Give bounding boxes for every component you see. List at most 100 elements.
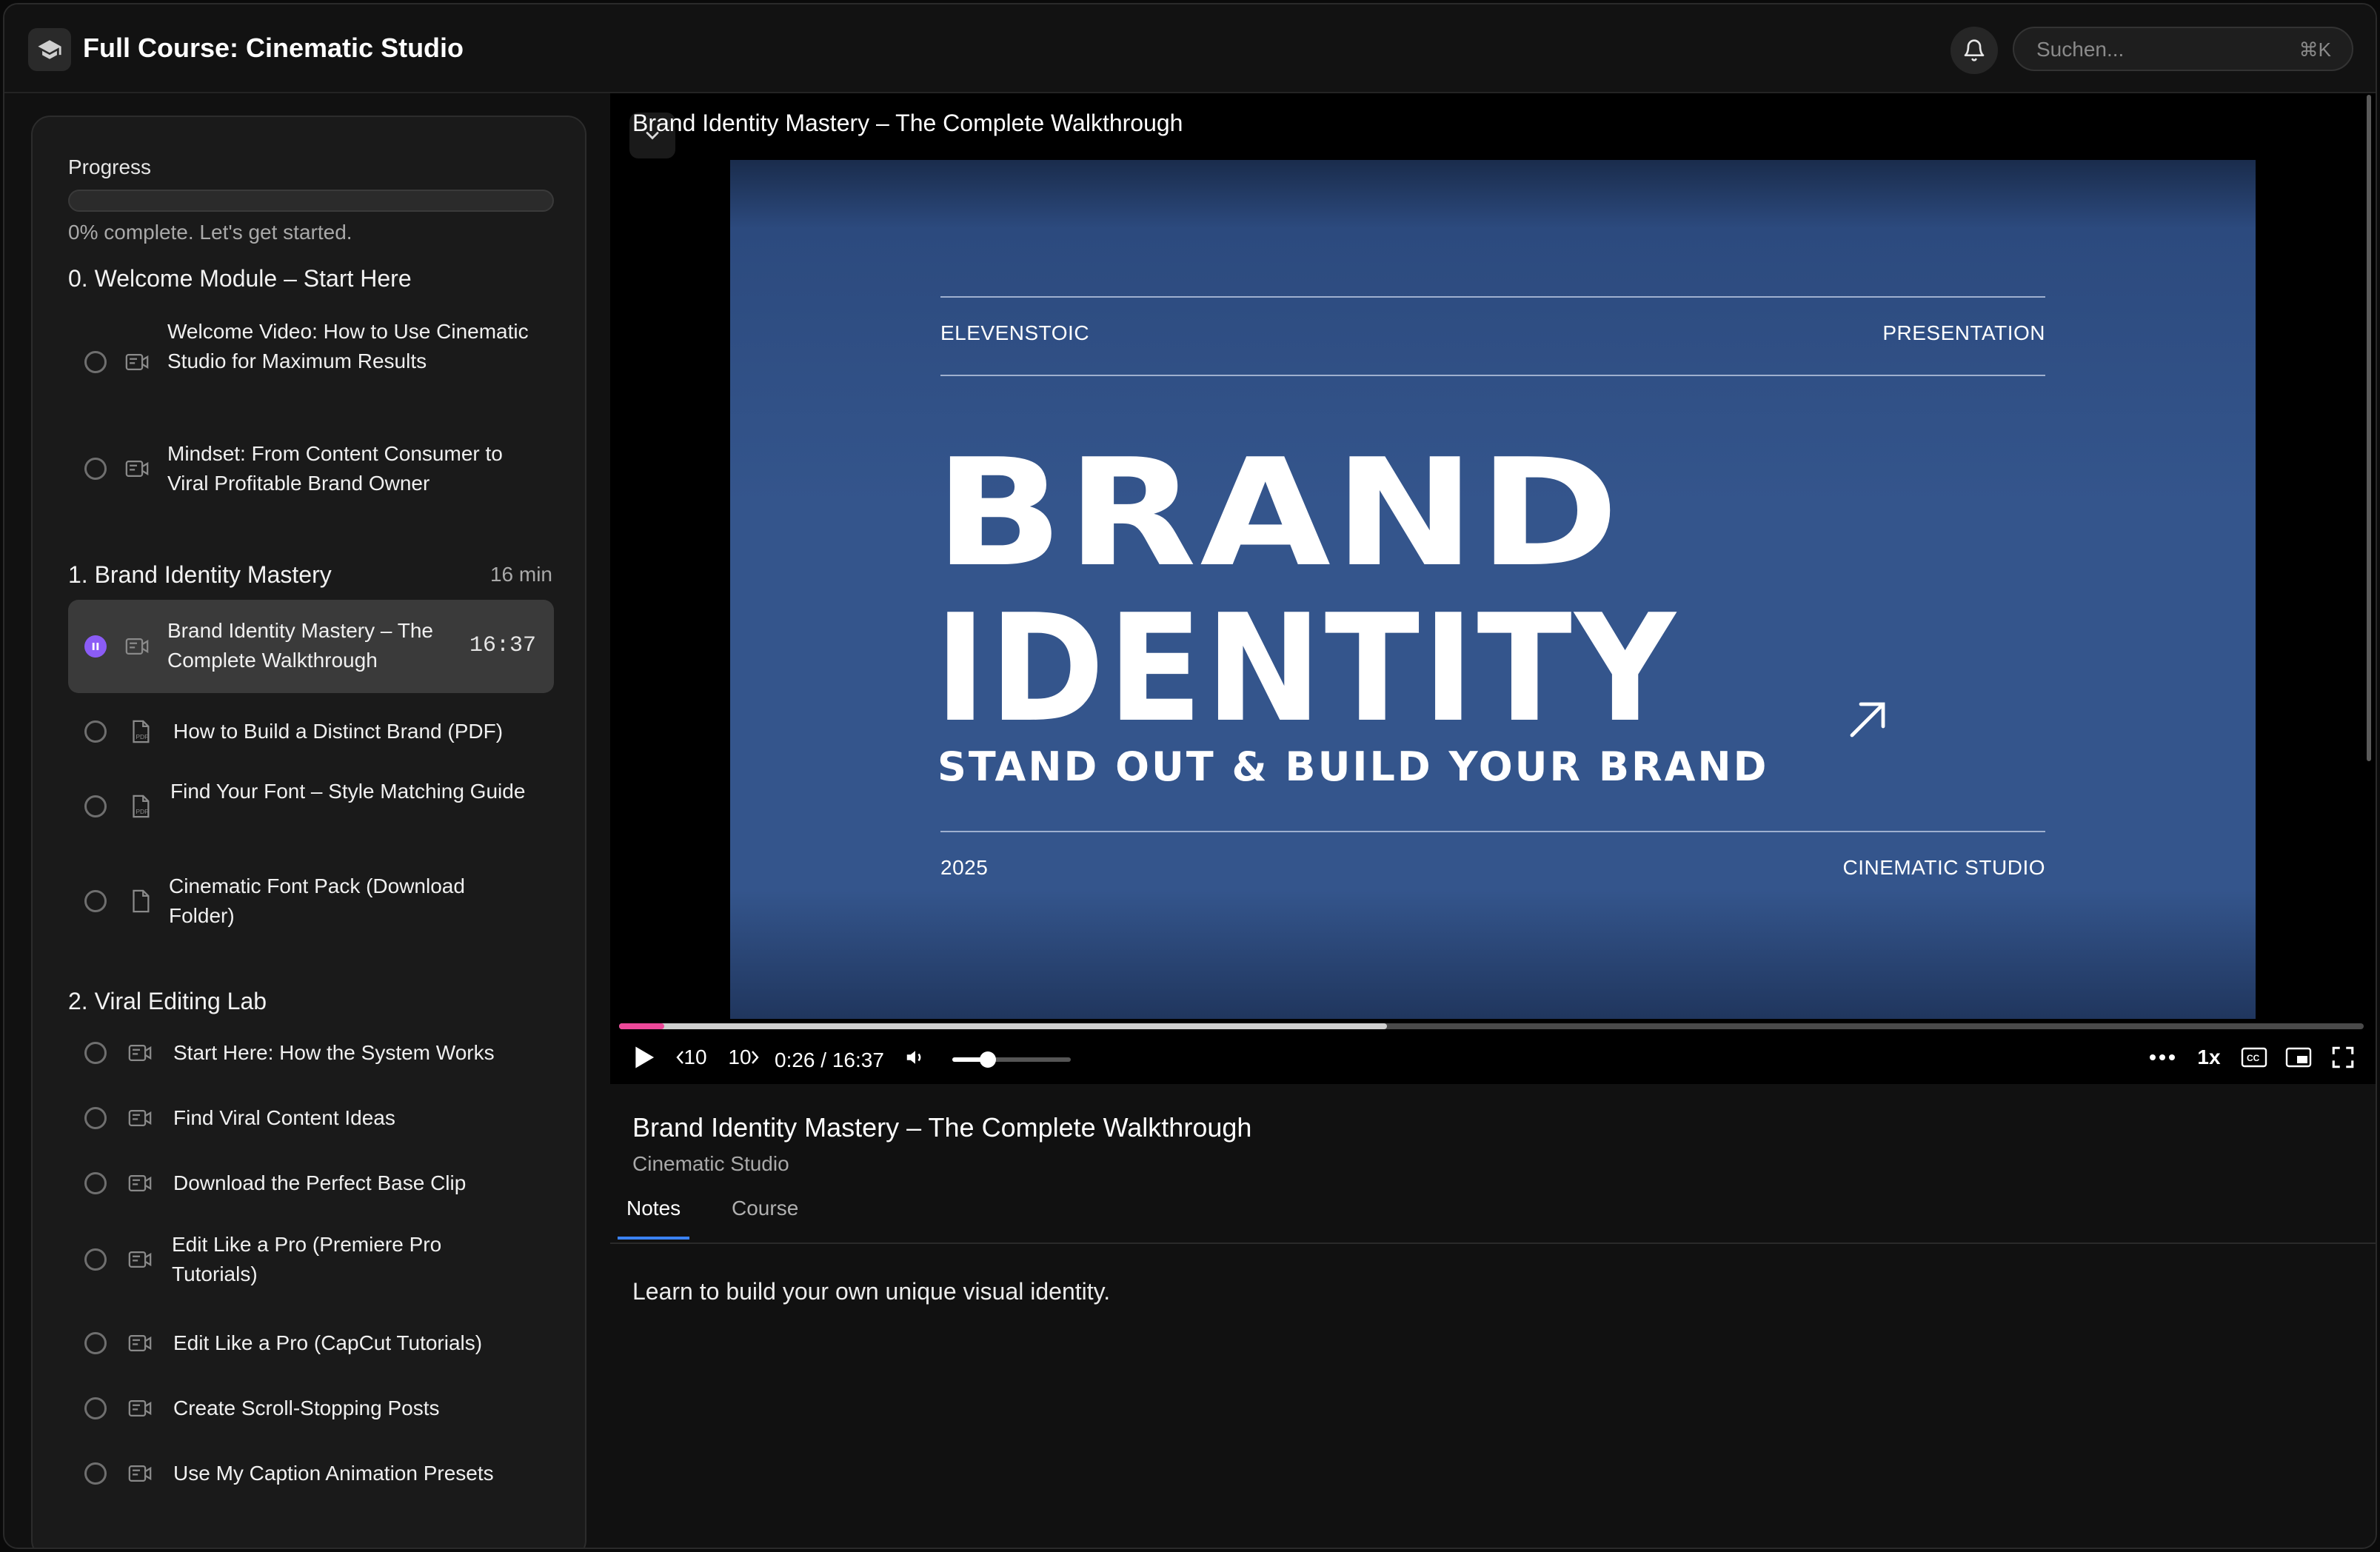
- volume-icon: [906, 1051, 921, 1064]
- time-readout: 0:26 / 16:37: [775, 1048, 884, 1071]
- fullscreen-icon: [2332, 1046, 2354, 1068]
- volume-knob[interactable]: [980, 1051, 996, 1068]
- lesson-item-active[interactable]: Brand Identity Mastery – The Complete Wa…: [68, 600, 554, 693]
- video-icon: [128, 1174, 152, 1192]
- volume-slider[interactable]: [952, 1051, 1071, 1068]
- lesson-title: Start Here: How the System Works: [173, 1041, 495, 1064]
- fast-forward-icon: [751, 1051, 759, 1064]
- search-box: ⌘K: [2013, 27, 2353, 71]
- video-icon: [128, 1251, 152, 1268]
- video-icon: [128, 1399, 152, 1417]
- module-title[interactable]: 1. Brand Identity Mastery: [68, 561, 332, 589]
- notifications-button[interactable]: [1951, 27, 1998, 74]
- lesson-status-radio[interactable]: [84, 1107, 107, 1129]
- search-input[interactable]: [2035, 28, 2275, 71]
- lesson-item[interactable]: Edit Like a Pro (CapCut Tutorials): [68, 1321, 554, 1365]
- search-shortcut: ⌘K: [2299, 39, 2331, 61]
- playing-indicator[interactable]: [84, 635, 107, 658]
- closed-captions-icon: CC: [2241, 1047, 2267, 1068]
- file-icon: [133, 889, 150, 913]
- slide-subtitle: STAND OUT & BUILD YOUR BRAND: [937, 743, 1769, 790]
- lesson-item[interactable]: Download the Perfect Base Clip: [68, 1161, 554, 1205]
- course-title: Full Course: Cinematic Studio: [83, 33, 464, 63]
- mute-button[interactable]: [900, 1041, 930, 1074]
- lesson-title: Find Viral Content Ideas: [173, 1106, 395, 1129]
- module-duration: 16 min: [489, 563, 552, 586]
- played-range: [619, 1023, 665, 1029]
- progress-bar: [68, 190, 554, 212]
- lesson-status-radio[interactable]: [84, 795, 107, 817]
- picture-in-picture-icon: [2285, 1047, 2312, 1068]
- video-icon: [125, 638, 149, 655]
- progress-text: 0% complete. Let's get started.: [68, 221, 352, 244]
- divider: [940, 831, 2045, 832]
- player-controls: 10 10 0:26 / 16:37 1x CC: [610, 1032, 2376, 1084]
- lesson-course-name: Cinematic Studio: [632, 1152, 789, 1175]
- module-title[interactable]: 0. Welcome Module – Start Here: [68, 265, 412, 292]
- lesson-duration: 16:37: [469, 633, 536, 658]
- video-title: Brand Identity Mastery – The Complete Wa…: [632, 110, 1183, 136]
- lesson-item[interactable]: PDF Find Your Font – Style Matching Guid…: [68, 772, 554, 843]
- slide-headline-line2: IDENTITY: [935, 583, 1679, 755]
- bell-icon: [1964, 39, 1985, 61]
- lesson-item[interactable]: Welcome Video: How to Use Cinematic Stud…: [68, 311, 554, 413]
- play-icon: [635, 1046, 655, 1068]
- lesson-status-radio[interactable]: [84, 458, 107, 480]
- video-icon: [128, 1109, 152, 1127]
- lesson-title: Mindset: From Content Consumer to Viral …: [167, 442, 503, 495]
- skip-forward-label: 10: [728, 1046, 752, 1068]
- more-options-button[interactable]: [2146, 1041, 2179, 1074]
- lesson-item[interactable]: PDF How to Build a Distinct Brand (PDF): [68, 709, 554, 754]
- lesson-item[interactable]: Create Scroll-Stopping Posts: [68, 1386, 554, 1431]
- slide-label: PRESENTATION: [1882, 321, 2045, 344]
- playback-speed-button[interactable]: 1x: [2190, 1041, 2227, 1074]
- skip-back-button[interactable]: 10: [671, 1041, 712, 1074]
- lesson-status-radio[interactable]: [84, 1248, 107, 1271]
- lesson-item[interactable]: Use My Caption Animation Presets: [68, 1451, 554, 1496]
- lesson-status-radio[interactable]: [84, 1172, 107, 1194]
- lesson-tabs: Notes Course: [610, 1186, 2376, 1244]
- slide-headline-line1: BRAND: [935, 427, 1622, 600]
- module-title[interactable]: 2. Viral Editing Lab: [68, 988, 267, 1015]
- lesson-status-radio[interactable]: [84, 351, 107, 373]
- lesson-status-radio[interactable]: [84, 1397, 107, 1419]
- video-icon: [125, 353, 149, 371]
- lesson-status-radio[interactable]: [84, 1462, 107, 1485]
- lesson-status-radio[interactable]: [84, 1042, 107, 1064]
- picture-in-picture-button[interactable]: [2281, 1041, 2316, 1074]
- video-icon: [128, 1465, 152, 1482]
- lesson-title: Brand Identity Mastery – The Complete Wa…: [167, 619, 433, 672]
- lesson-title: Welcome Video: How to Use Cinematic Stud…: [167, 320, 529, 372]
- lesson-item[interactable]: Find Viral Content Ideas: [68, 1096, 554, 1140]
- lesson-title: Edit Like a Pro (Premiere Pro Tutorials): [172, 1233, 442, 1285]
- video-frame: ELEVENSTOIC PRESENTATION BRAND IDENTITY …: [730, 160, 2256, 1019]
- video-icon: [128, 1334, 152, 1352]
- tab-notes[interactable]: Notes: [618, 1197, 690, 1240]
- tab-course[interactable]: Course: [723, 1197, 807, 1240]
- play-button[interactable]: [629, 1041, 659, 1074]
- lesson-title: Download the Perfect Base Clip: [173, 1171, 467, 1194]
- lesson-item[interactable]: Edit Like a Pro (Premiere Pro Tutorials): [68, 1225, 554, 1296]
- seek-bar[interactable]: [619, 1023, 2364, 1029]
- video-icon: [125, 460, 149, 478]
- lesson-item[interactable]: Start Here: How the System Works: [68, 1031, 554, 1075]
- graduation-cap-icon: [28, 28, 71, 71]
- lesson-status-radio[interactable]: [84, 890, 107, 912]
- pdf-icon: PDF: [133, 795, 150, 818]
- rewind-icon: [676, 1051, 684, 1064]
- scrollbar[interactable]: [2367, 95, 2371, 761]
- captions-button[interactable]: CC: [2236, 1041, 2272, 1074]
- pdf-icon: PDF: [133, 720, 150, 743]
- buffered-range: [619, 1023, 1387, 1029]
- app-window: Full Course: Cinematic Studio ⌘K Progres…: [3, 3, 2377, 1549]
- lesson-status-radio[interactable]: [84, 1332, 107, 1354]
- lesson-item[interactable]: Mindset: From Content Consumer to Viral …: [68, 434, 554, 504]
- svg-text:CC: CC: [2247, 1053, 2260, 1063]
- skip-forward-button[interactable]: 10: [723, 1041, 764, 1074]
- lesson-status-radio[interactable]: [84, 720, 107, 743]
- video-player[interactable]: ELEVENSTOIC PRESENTATION BRAND IDENTITY …: [610, 93, 2376, 1084]
- fullscreen-button[interactable]: [2325, 1041, 2361, 1074]
- top-bar: Full Course: Cinematic Studio ⌘K: [4, 4, 2376, 93]
- lesson-item[interactable]: Cinematic Font Pack (Download Folder): [68, 866, 554, 937]
- skip-back-label: 10: [683, 1046, 707, 1068]
